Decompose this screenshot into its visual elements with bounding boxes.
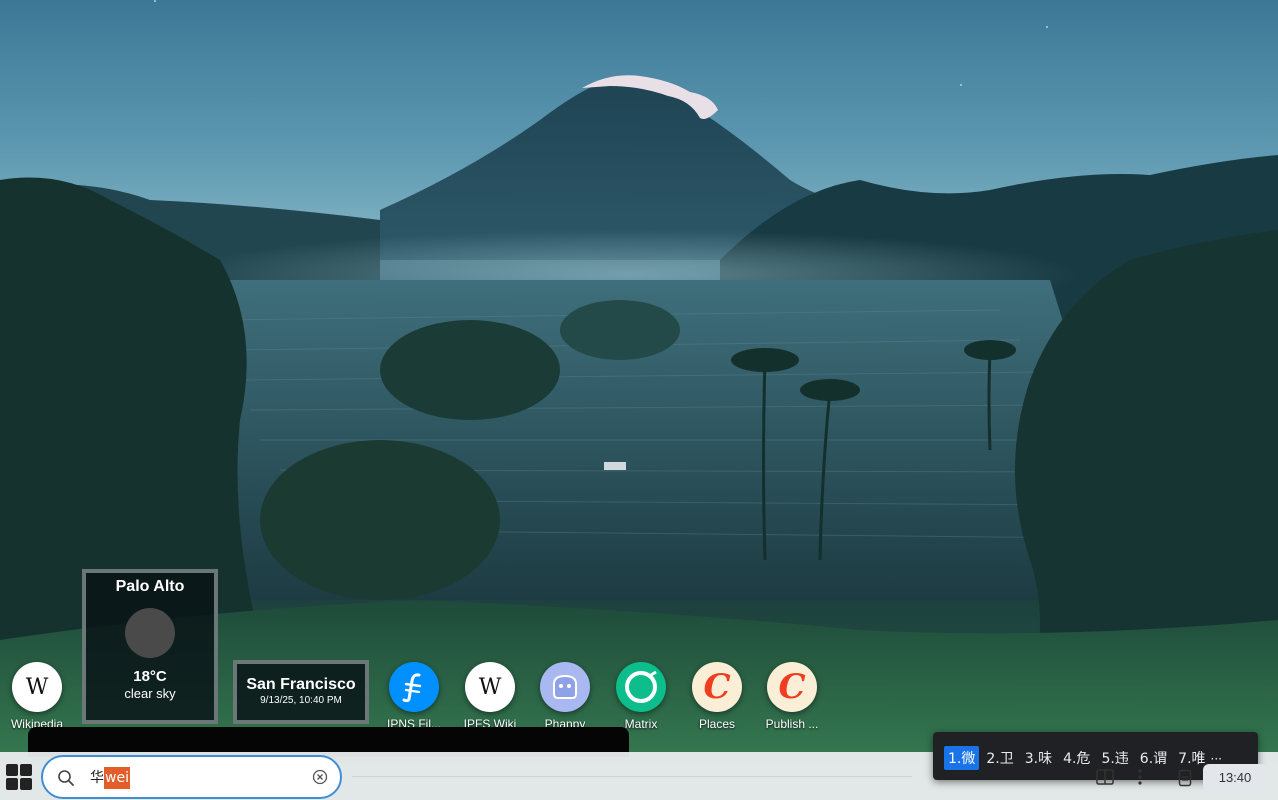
clear-icon[interactable] bbox=[312, 769, 328, 785]
search-input[interactable]: 华wei bbox=[90, 767, 130, 789]
launcher-grid-icon bbox=[6, 778, 18, 790]
wikipedia-icon: W bbox=[465, 662, 515, 712]
search-icon bbox=[58, 770, 74, 786]
app-ipfs-wiki[interactable]: W IPFS Wiki bbox=[452, 662, 528, 731]
search-composition-text: wei bbox=[104, 767, 130, 789]
weather-city: Palo Alto bbox=[115, 578, 185, 595]
svg-text:W: W bbox=[479, 676, 502, 698]
app-label: Publish ... bbox=[765, 717, 819, 731]
svg-text:W: W bbox=[26, 676, 49, 698]
clock-datetime: 9/13/25, 10:40 PM bbox=[260, 695, 342, 706]
more-options-icon[interactable] bbox=[1133, 768, 1147, 786]
wikipedia-icon: W bbox=[12, 662, 62, 712]
split-view-icon[interactable] bbox=[1096, 769, 1114, 785]
launcher-search-box[interactable]: 华wei bbox=[41, 755, 342, 799]
clock-city: San Francisco bbox=[246, 676, 356, 693]
ime-candidate[interactable]: 2.卫 bbox=[982, 746, 1017, 770]
filecoin-icon bbox=[389, 662, 439, 712]
app-matrix[interactable]: Matrix bbox=[603, 662, 679, 731]
shelf-divider bbox=[352, 776, 912, 777]
weather-widget[interactable]: Palo Alto 18°C clear sky bbox=[82, 569, 218, 724]
star bbox=[960, 84, 962, 86]
app-places[interactable]: C Places bbox=[679, 662, 755, 731]
launcher-grid-icon bbox=[20, 778, 32, 790]
search-committed-text: 华 bbox=[90, 770, 104, 786]
clock-widget[interactable]: San Francisco 9/13/25, 10:40 PM bbox=[233, 660, 369, 724]
app-wikipedia[interactable]: W Wikipedia bbox=[0, 662, 75, 731]
launcher-grid-icon bbox=[20, 764, 32, 776]
app-publish[interactable]: C Publish ... bbox=[754, 662, 830, 731]
screen-capture-icon[interactable] bbox=[1178, 769, 1192, 787]
app-label: Places bbox=[698, 717, 736, 731]
app-ipns-filecoin[interactable]: IPNS Fil... bbox=[376, 662, 452, 731]
publish-c-icon: C bbox=[767, 662, 817, 712]
ime-candidate[interactable]: 1.微 bbox=[944, 746, 980, 770]
ime-candidate[interactable]: 6.谓 bbox=[1136, 746, 1171, 770]
svg-text:C: C bbox=[703, 670, 730, 704]
launcher-button[interactable] bbox=[6, 764, 34, 792]
places-c-icon: C bbox=[692, 662, 742, 712]
app-phanpy[interactable]: Phanpy bbox=[527, 662, 603, 731]
launcher-grid-icon bbox=[6, 764, 18, 776]
ime-candidate[interactable]: 4.危 bbox=[1059, 746, 1094, 770]
weather-condition: clear sky bbox=[124, 686, 176, 701]
desktop: Palo Alto 18°C clear sky San Francisco 9… bbox=[0, 0, 1278, 800]
matrix-icon bbox=[616, 662, 666, 712]
svg-text:C: C bbox=[778, 670, 805, 704]
ime-candidate[interactable]: 3.味 bbox=[1021, 746, 1056, 770]
weather-temperature: 18°C bbox=[133, 668, 167, 685]
star bbox=[1046, 26, 1048, 28]
tray-clock[interactable]: 13:40 bbox=[1203, 764, 1267, 792]
star bbox=[154, 0, 156, 2]
phanpy-icon bbox=[540, 662, 590, 712]
moon-icon bbox=[125, 608, 175, 658]
ime-candidate[interactable]: 5.违 bbox=[1097, 746, 1132, 770]
